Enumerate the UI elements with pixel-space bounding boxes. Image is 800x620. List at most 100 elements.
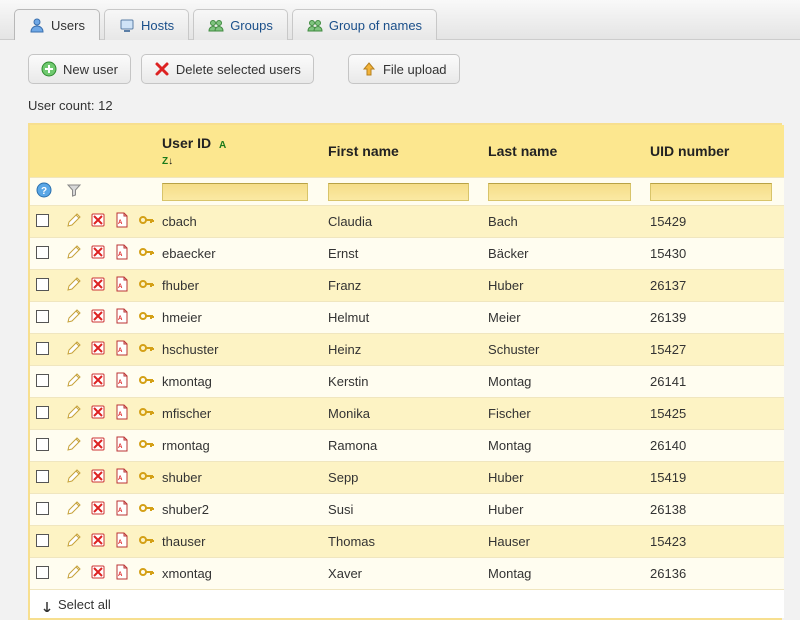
- filter-last-name[interactable]: [488, 183, 631, 201]
- cell-first-name: Monika: [322, 398, 482, 430]
- cell-first-name: Thomas: [322, 526, 482, 558]
- delete-icon[interactable]: [90, 308, 106, 324]
- tab-groups[interactable]: Groups: [193, 9, 288, 40]
- pdf-icon[interactable]: [114, 244, 130, 260]
- delete-icon[interactable]: [90, 340, 106, 356]
- pdf-icon[interactable]: [114, 372, 130, 388]
- delete-icon[interactable]: [90, 532, 106, 548]
- key-icon[interactable]: [138, 532, 154, 548]
- row-checkbox[interactable]: [36, 374, 49, 387]
- edit-icon[interactable]: [66, 500, 82, 516]
- col-label: Last name: [488, 143, 557, 159]
- delete-icon[interactable]: [90, 564, 106, 580]
- delete-icon[interactable]: [90, 404, 106, 420]
- row-checkbox[interactable]: [36, 310, 49, 323]
- funnel-icon[interactable]: [66, 182, 82, 198]
- help-icon[interactable]: [36, 182, 52, 198]
- edit-icon[interactable]: [66, 468, 82, 484]
- pdf-icon[interactable]: [114, 500, 130, 516]
- cell-user-id: hschuster: [156, 334, 322, 366]
- key-icon[interactable]: [138, 340, 154, 356]
- col-first-name[interactable]: First name: [322, 125, 482, 178]
- row-checkbox[interactable]: [36, 406, 49, 419]
- host-icon: [119, 17, 135, 33]
- delete-icon[interactable]: [90, 436, 106, 452]
- key-icon[interactable]: [138, 436, 154, 452]
- pdf-icon[interactable]: [114, 564, 130, 580]
- row-checkbox[interactable]: [36, 342, 49, 355]
- cell-first-name: Ramona: [322, 430, 482, 462]
- edit-icon[interactable]: [66, 244, 82, 260]
- tab-users[interactable]: Users: [14, 9, 100, 40]
- row-checkbox[interactable]: [36, 534, 49, 547]
- edit-icon[interactable]: [66, 532, 82, 548]
- key-icon[interactable]: [138, 404, 154, 420]
- pdf-icon[interactable]: [114, 404, 130, 420]
- pdf-icon[interactable]: [114, 436, 130, 452]
- edit-icon[interactable]: [66, 276, 82, 292]
- edit-icon[interactable]: [66, 564, 82, 580]
- col-last-name[interactable]: Last name: [482, 125, 644, 178]
- key-icon[interactable]: [138, 308, 154, 324]
- delete-selected-button[interactable]: Delete selected users: [141, 54, 314, 84]
- cell-first-name: Heinz: [322, 334, 482, 366]
- key-icon[interactable]: [138, 500, 154, 516]
- col-label: First name: [328, 143, 399, 159]
- cell-uid-number: 26137: [644, 270, 784, 302]
- key-icon[interactable]: [138, 276, 154, 292]
- delete-icon[interactable]: [90, 468, 106, 484]
- new-user-button[interactable]: New user: [28, 54, 131, 84]
- edit-icon[interactable]: [66, 404, 82, 420]
- key-icon[interactable]: [138, 564, 154, 580]
- pdf-icon[interactable]: [114, 308, 130, 324]
- edit-icon[interactable]: [66, 372, 82, 388]
- key-icon[interactable]: [138, 468, 154, 484]
- row-checkbox[interactable]: [36, 278, 49, 291]
- row-checkbox[interactable]: [36, 566, 49, 579]
- edit-icon[interactable]: [66, 340, 82, 356]
- cell-user-id: cbach: [156, 206, 322, 238]
- cell-uid-number: 15425: [644, 398, 784, 430]
- cell-last-name: Schuster: [482, 334, 644, 366]
- edit-icon[interactable]: [66, 212, 82, 228]
- col-uid-number[interactable]: UID number: [644, 125, 784, 178]
- filter-uid-number[interactable]: [650, 183, 772, 201]
- table-row: ebaeckerErnstBäcker15430: [30, 238, 784, 270]
- cell-last-name: Montag: [482, 558, 644, 590]
- row-checkbox[interactable]: [36, 502, 49, 515]
- row-checkbox[interactable]: [36, 214, 49, 227]
- pdf-icon[interactable]: [114, 468, 130, 484]
- key-icon[interactable]: [138, 212, 154, 228]
- table-row: shuberSeppHuber15419: [30, 462, 784, 494]
- key-icon[interactable]: [138, 372, 154, 388]
- tab-group-of-names[interactable]: Group of names: [292, 9, 437, 40]
- delete-icon[interactable]: [90, 372, 106, 388]
- delete-icon[interactable]: [90, 244, 106, 260]
- file-upload-button[interactable]: File upload: [348, 54, 460, 84]
- col-user-id[interactable]: User ID AZ↓: [156, 125, 322, 178]
- table-row: fhuberFranzHuber26137: [30, 270, 784, 302]
- user-icon: [29, 17, 45, 33]
- select-all-link[interactable]: Select all: [36, 596, 778, 612]
- delete-icon: [154, 61, 170, 77]
- edit-icon[interactable]: [66, 308, 82, 324]
- table-row: rmontagRamonaMontag26140: [30, 430, 784, 462]
- cell-first-name: Helmut: [322, 302, 482, 334]
- delete-icon[interactable]: [90, 500, 106, 516]
- row-checkbox[interactable]: [36, 470, 49, 483]
- pdf-icon[interactable]: [114, 212, 130, 228]
- pdf-icon[interactable]: [114, 276, 130, 292]
- row-checkbox[interactable]: [36, 246, 49, 259]
- pdf-icon[interactable]: [114, 532, 130, 548]
- key-icon[interactable]: [138, 244, 154, 260]
- delete-icon[interactable]: [90, 212, 106, 228]
- cell-last-name: Huber: [482, 462, 644, 494]
- edit-icon[interactable]: [66, 436, 82, 452]
- filter-user-id[interactable]: [162, 183, 308, 201]
- pdf-icon[interactable]: [114, 340, 130, 356]
- cell-first-name: Franz: [322, 270, 482, 302]
- row-checkbox[interactable]: [36, 438, 49, 451]
- delete-icon[interactable]: [90, 276, 106, 292]
- tab-hosts[interactable]: Hosts: [104, 9, 189, 40]
- filter-first-name[interactable]: [328, 183, 469, 201]
